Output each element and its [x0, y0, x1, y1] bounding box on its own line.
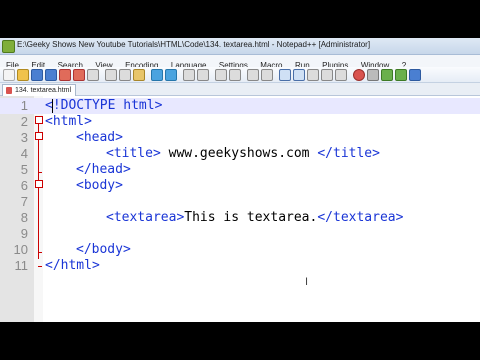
- code-line: 2 <html>: [0, 114, 480, 130]
- new-file-icon[interactable]: [3, 69, 15, 81]
- code-line: 5 </head>: [0, 162, 480, 178]
- menu-bar: File Edit Search View Encoding Language …: [0, 55, 480, 70]
- redo-icon[interactable]: [165, 69, 177, 81]
- text-cursor: [52, 99, 53, 113]
- toolbar: [0, 67, 480, 83]
- code-text: <textarea>This is textarea.</textarea>: [106, 210, 403, 226]
- undo-icon[interactable]: [151, 69, 163, 81]
- doc-map-icon[interactable]: [335, 69, 347, 81]
- code-line: 8 <textarea>This is textarea.</textarea>: [0, 210, 480, 226]
- indent-guide-icon[interactable]: [307, 69, 319, 81]
- code-line: 11 </html>: [0, 258, 480, 274]
- save-macro-icon[interactable]: [409, 69, 421, 81]
- code-text: <body>: [76, 178, 123, 193]
- code-token: </textarea>: [317, 210, 404, 225]
- code-editor[interactable]: 1 <!DOCTYPE html> 2 <html> 3 <head> 4 <t…: [0, 96, 480, 322]
- tab-label: 134. textarea.html: [15, 87, 72, 94]
- play-macro-icon[interactable]: [381, 69, 393, 81]
- find-icon[interactable]: [183, 69, 195, 81]
- zoom-out-icon[interactable]: [229, 69, 241, 81]
- stop-macro-icon[interactable]: [367, 69, 379, 81]
- code-line: 1 <!DOCTYPE html>: [0, 98, 480, 114]
- code-token: www.geekyshows.com: [160, 146, 318, 161]
- line-number: 6: [20, 178, 28, 193]
- zoom-in-icon[interactable]: [215, 69, 227, 81]
- play-multiple-icon[interactable]: [395, 69, 407, 81]
- code-text: <!DOCTYPE html>: [45, 98, 162, 114]
- save-icon[interactable]: [31, 69, 43, 81]
- line-number: 8: [20, 210, 28, 225]
- code-text: </head>: [76, 162, 131, 177]
- print-icon[interactable]: [87, 69, 99, 81]
- code-text: <title> www.geekyshows.com </title>: [106, 146, 380, 162]
- code-token: <title>: [106, 146, 161, 161]
- line-number: 11: [14, 258, 29, 273]
- line-number: 1: [20, 98, 28, 113]
- code-line: 4 <title> www.geekyshows.com </title>: [0, 146, 480, 162]
- code-line: 6 <body>: [0, 178, 480, 194]
- code-text: </html>: [45, 258, 100, 273]
- line-number: 3: [20, 130, 28, 145]
- code-line: 7: [0, 194, 480, 210]
- line-number: 2: [20, 114, 28, 129]
- show-all-chars-icon[interactable]: [293, 69, 305, 81]
- close-icon[interactable]: [59, 69, 71, 81]
- line-number: 5: [20, 162, 28, 177]
- tab-bar: 134. textarea.html: [0, 83, 480, 96]
- code-token: <textarea>: [106, 210, 185, 225]
- app-icon: [2, 40, 15, 53]
- line-number: 10: [13, 242, 28, 257]
- code-token: >: [154, 98, 163, 113]
- user-lang-icon[interactable]: [321, 69, 333, 81]
- cut-icon[interactable]: [105, 69, 117, 81]
- window-title: E:\Geeky Shows New Youtube Tutorials\HTM…: [17, 40, 371, 49]
- close-all-icon[interactable]: [73, 69, 85, 81]
- line-number: 9: [20, 226, 28, 241]
- notepad-plus-plus-window: E:\Geeky Shows New Youtube Tutorials\HTM…: [0, 38, 480, 322]
- letterbox-top: [0, 0, 480, 38]
- code-line: 9: [0, 226, 480, 242]
- code-token: </title>: [317, 146, 380, 161]
- sync-h-icon[interactable]: [261, 69, 273, 81]
- save-all-icon[interactable]: [45, 69, 57, 81]
- copy-icon[interactable]: [119, 69, 131, 81]
- line-number: 7: [20, 194, 28, 209]
- word-wrap-icon[interactable]: [279, 69, 291, 81]
- code-line: 3 <head>: [0, 130, 480, 146]
- sync-v-icon[interactable]: [247, 69, 259, 81]
- record-macro-icon[interactable]: [353, 69, 365, 81]
- tab-textarea-html[interactable]: 134. textarea.html: [2, 84, 77, 96]
- paste-icon[interactable]: [133, 69, 145, 81]
- title-bar: E:\Geeky Shows New Youtube Tutorials\HTM…: [0, 38, 480, 55]
- code-token: This is textarea.: [184, 210, 318, 225]
- open-file-icon[interactable]: [17, 69, 29, 81]
- code-text: </body>: [76, 242, 131, 257]
- file-modified-icon: [6, 87, 12, 94]
- code-text: <html>: [45, 114, 92, 129]
- letterbox-bottom: [0, 322, 480, 360]
- line-number: 4: [20, 146, 28, 161]
- code-text: <head>: [76, 130, 123, 145]
- i-beam-cursor-icon: I: [305, 276, 309, 288]
- replace-icon[interactable]: [197, 69, 209, 81]
- code-token: !DOCTYPE html: [52, 98, 155, 113]
- code-line: 10 </body>: [0, 242, 480, 258]
